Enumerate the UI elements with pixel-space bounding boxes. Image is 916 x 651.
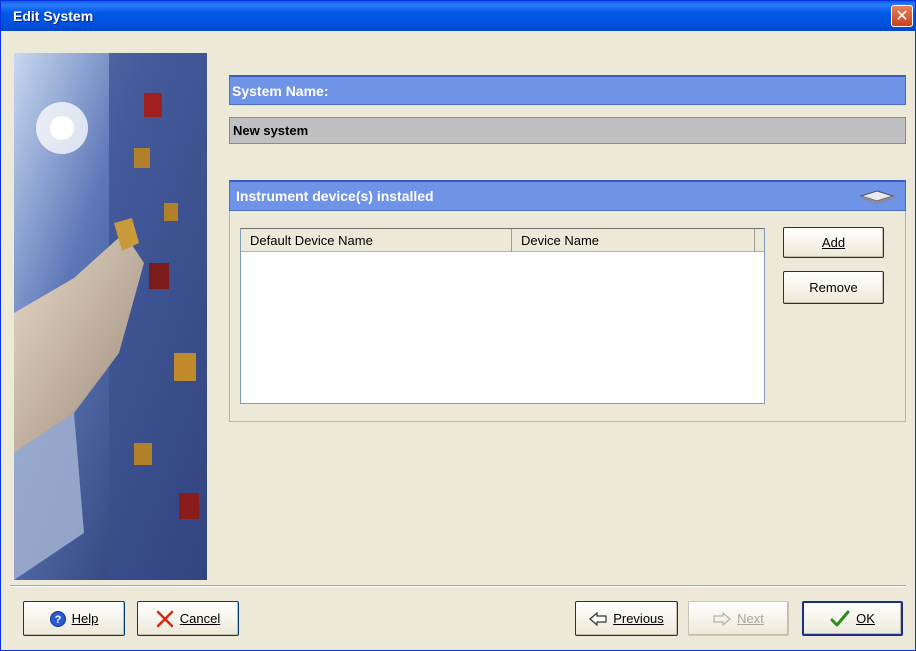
window-title: Edit System — [13, 8, 94, 24]
checkmark-icon — [830, 610, 850, 626]
add-button[interactable]: Add — [783, 227, 884, 258]
system-name-field[interactable]: New system — [229, 117, 906, 144]
remove-button-label: Remove — [809, 280, 858, 295]
footer-divider — [10, 585, 906, 587]
column-default-device-name[interactable]: Default Device Name — [241, 229, 512, 252]
arrow-right-icon — [713, 611, 732, 626]
close-icon: ✕ — [895, 8, 909, 25]
instrument-hand-image — [14, 53, 207, 580]
previous-button-label: Previous — [613, 611, 664, 626]
next-button-label: Next — [737, 611, 764, 626]
cancel-button-label: Cancel — [179, 611, 221, 626]
close-button[interactable]: ✕ — [891, 5, 913, 27]
column-device-name[interactable]: Device Name — [512, 229, 755, 252]
instruments-header-label: Instrument device(s) installed — [236, 188, 434, 204]
help-button[interactable]: ? Help — [23, 601, 125, 636]
cancel-x-icon — [156, 610, 174, 627]
device-list-body[interactable] — [241, 252, 764, 403]
ok-button[interactable]: OK — [802, 601, 903, 636]
arrow-left-icon — [589, 611, 607, 626]
instrument-device-icon — [859, 190, 895, 204]
device-list-header: Default Device Name Device Name — [241, 229, 764, 252]
add-button-label: Add — [821, 235, 846, 250]
title-bar[interactable]: Edit System ✕ — [1, 1, 915, 31]
instruments-header: Instrument device(s) installed — [229, 180, 906, 211]
device-list[interactable]: Default Device Name Device Name — [240, 228, 765, 404]
ok-button-label: OK — [856, 611, 875, 626]
cancel-button[interactable]: Cancel — [137, 601, 239, 636]
previous-button[interactable]: Previous — [575, 601, 678, 636]
svg-text:?: ? — [54, 614, 61, 626]
help-button-label: Help — [71, 611, 99, 626]
next-button[interactable]: Next — [688, 601, 789, 636]
system-name-header: System Name: — [229, 75, 906, 105]
help-question-icon: ? — [49, 610, 66, 627]
remove-button[interactable]: Remove — [783, 271, 884, 304]
